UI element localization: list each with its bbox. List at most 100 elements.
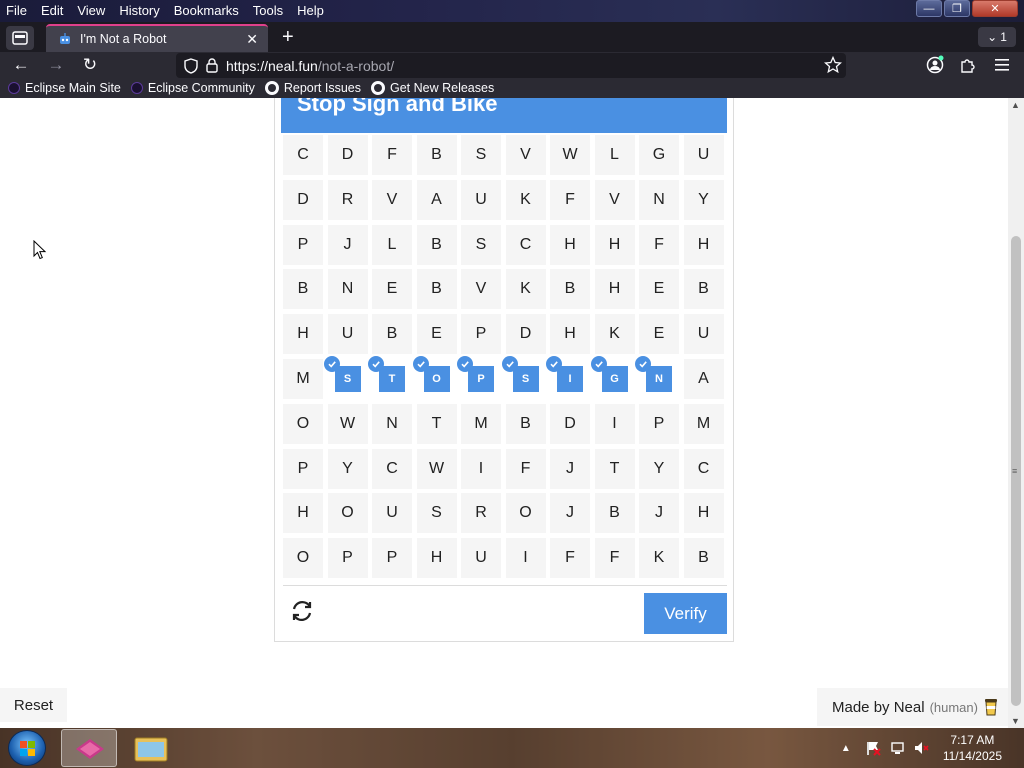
new-tab-icon[interactable]: + <box>282 26 294 48</box>
tab-active[interactable]: I'm Not a Robot ✕ <box>46 24 268 52</box>
reload-icon[interactable]: ↻ <box>79 55 101 75</box>
grid-cell[interactable]: N <box>639 179 679 220</box>
grid-cell[interactable]: F <box>505 448 546 489</box>
extensions-icon[interactable] <box>958 55 978 75</box>
grid-cell[interactable]: H <box>550 224 590 265</box>
action-center-icon[interactable] <box>865 740 881 756</box>
grid-cell-selected[interactable]: S <box>323 356 368 399</box>
volume-muted-icon[interactable] <box>913 740 929 756</box>
grid-cell[interactable]: F <box>550 179 590 220</box>
grid-cell[interactable]: Y <box>639 448 679 489</box>
grid-cell[interactable]: B <box>683 538 724 579</box>
grid-cell[interactable]: B <box>372 314 412 355</box>
grid-cell[interactable]: I <box>505 538 546 579</box>
grid-cell[interactable]: B <box>683 269 724 310</box>
grid-cell[interactable]: M <box>683 403 724 444</box>
bookmark-eclipse-main[interactable]: Eclipse Main Site <box>8 81 121 95</box>
grid-cell[interactable]: J <box>550 448 590 489</box>
menu-item-help[interactable]: Help <box>297 3 324 18</box>
grid-cell[interactable]: A <box>416 179 457 220</box>
grid-cell[interactable]: D <box>283 179 323 220</box>
grid-cell[interactable]: P <box>283 224 323 265</box>
grid-cell[interactable]: H <box>683 493 724 534</box>
grid-cell[interactable]: O <box>505 493 546 534</box>
grid-cell[interactable]: D <box>327 135 368 175</box>
menu-item-edit[interactable]: Edit <box>41 3 63 18</box>
grid-cell[interactable]: T <box>594 448 635 489</box>
grid-cell[interactable]: S <box>416 493 457 534</box>
menu-item-tools[interactable]: Tools <box>253 3 283 18</box>
grid-cell[interactable]: Y <box>327 448 368 489</box>
grid-cell-selected[interactable]: S <box>501 356 546 399</box>
account-icon[interactable] <box>925 55 945 75</box>
grid-cell[interactable]: N <box>372 403 412 444</box>
grid-cell[interactable]: V <box>505 135 546 175</box>
grid-cell[interactable]: I <box>594 403 635 444</box>
grid-cell[interactable]: E <box>372 269 412 310</box>
scrollbar[interactable]: ▲ ≡ ▼ <box>1008 98 1024 728</box>
grid-cell-selected[interactable]: P <box>457 356 501 399</box>
url-bar[interactable]: https://neal.fun/not-a-robot/ <box>176 53 846 78</box>
bookmark-get-new-releases[interactable]: Get New Releases <box>370 81 494 95</box>
menu-item-view[interactable]: View <box>77 3 105 18</box>
grid-cell[interactable]: C <box>283 135 323 175</box>
grid-cell[interactable]: B <box>505 403 546 444</box>
grid-cell[interactable]: E <box>639 269 679 310</box>
restore-icon[interactable]: ❐ <box>944 0 970 17</box>
menu-item-history[interactable]: History <box>119 3 159 18</box>
grid-cell[interactable]: C <box>683 448 724 489</box>
grid-cell[interactable]: W <box>550 135 590 175</box>
grid-cell[interactable]: W <box>416 448 457 489</box>
grid-cell[interactable]: R <box>327 179 368 220</box>
grid-cell[interactable]: B <box>416 269 457 310</box>
grid-cell[interactable]: O <box>283 403 323 444</box>
grid-cell[interactable]: J <box>327 224 368 265</box>
grid-cell-selected[interactable]: T <box>368 356 412 399</box>
network-icon[interactable] <box>889 740 905 756</box>
grid-cell-selected[interactable]: I <box>546 356 590 399</box>
tray-expand-icon[interactable]: ▲ <box>841 743 851 754</box>
grid-cell[interactable]: J <box>639 493 679 534</box>
verify-button[interactable]: Verify <box>644 593 727 634</box>
grid-cell[interactable]: P <box>372 538 412 579</box>
grid-cell[interactable]: H <box>283 314 323 355</box>
grid-cell[interactable]: E <box>639 314 679 355</box>
scroll-down-icon[interactable]: ▼ <box>1011 716 1020 726</box>
grid-cell[interactable]: J <box>550 493 590 534</box>
grid-cell[interactable]: P <box>283 448 323 489</box>
grid-cell[interactable]: B <box>416 135 457 175</box>
grid-cell[interactable]: K <box>505 269 546 310</box>
tab-list-button[interactable]: ⌄ 1 <box>978 27 1016 47</box>
grid-cell[interactable]: C <box>372 448 412 489</box>
grid-cell[interactable]: O <box>327 493 368 534</box>
grid-cell[interactable]: D <box>550 403 590 444</box>
grid-cell[interactable]: K <box>505 179 546 220</box>
grid-cell[interactable]: A <box>683 359 724 399</box>
bookmark-star-icon[interactable] <box>824 56 842 74</box>
grid-cell[interactable]: U <box>461 179 501 220</box>
grid-cell[interactable]: E <box>416 314 457 355</box>
scroll-up-icon[interactable]: ▲ <box>1011 100 1020 110</box>
grid-cell[interactable]: H <box>416 538 457 579</box>
grid-cell[interactable]: B <box>594 493 635 534</box>
grid-cell[interactable]: H <box>594 269 635 310</box>
grid-cell[interactable]: R <box>461 493 501 534</box>
reset-button[interactable]: Reset <box>0 688 67 722</box>
grid-cell[interactable]: W <box>327 403 368 444</box>
firefox-view-button[interactable] <box>6 26 34 50</box>
grid-cell-selected[interactable]: G <box>590 356 635 399</box>
bookmark-report-issues[interactable]: Report Issues <box>264 81 361 95</box>
grid-cell[interactable]: K <box>639 538 679 579</box>
grid-cell[interactable]: P <box>639 403 679 444</box>
grid-cell[interactable]: U <box>683 135 724 175</box>
grid-cell[interactable]: V <box>594 179 635 220</box>
grid-cell[interactable]: G <box>639 135 679 175</box>
shield-icon[interactable] <box>184 57 198 74</box>
grid-cell[interactable]: S <box>461 224 501 265</box>
grid-cell[interactable]: P <box>327 538 368 579</box>
grid-cell[interactable]: K <box>594 314 635 355</box>
grid-cell[interactable]: H <box>594 224 635 265</box>
grid-cell[interactable]: H <box>683 224 724 265</box>
close-window-icon[interactable]: ✕ <box>972 0 1018 17</box>
grid-cell[interactable]: P <box>461 314 501 355</box>
